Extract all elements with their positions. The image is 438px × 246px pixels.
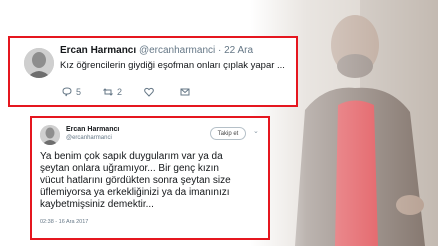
tweet-text: Ya benim çok sapık duygularım var ya da … — [40, 151, 266, 211]
author-name[interactable]: Ercan Harmancı — [60, 45, 136, 56]
follow-button[interactable]: Takip et — [210, 127, 246, 140]
dm-button[interactable] — [180, 87, 194, 97]
reply-count: 5 — [76, 87, 82, 97]
avatar-image — [40, 125, 60, 145]
reply-button[interactable]: 5 — [62, 87, 81, 97]
avatar[interactable] — [40, 125, 60, 145]
reply-icon — [62, 87, 72, 97]
tweet-text-line: Ya benim çok sapık duygularım var ya da — [40, 151, 223, 162]
tweet-header: Ercan Harmancı @ercanharmanci · 22 Ara — [60, 45, 253, 56]
tweet-timestamp[interactable]: 02:38 - 16 Ara 2017 — [40, 219, 88, 225]
tweet-text-line: üflemiyorsa ya erkekliğinizi ya da imanı… — [40, 187, 230, 198]
tweet-date[interactable]: · 22 Ara — [218, 45, 253, 56]
tweet-text: Kız öğrencilerin giydiği eşofman onları … — [60, 60, 285, 71]
tweet-text-line: vücut hatlarını gördükten sonra şeytan s… — [40, 175, 231, 186]
tweet-text-line: kaybetmişsiniz demektir... — [40, 199, 154, 210]
avatar[interactable] — [24, 48, 54, 78]
retweet-button[interactable]: 2 — [103, 87, 122, 97]
tweet-card-2[interactable]: Ercan Harmancı @ercanharmanci Takip et ⌄… — [30, 116, 270, 240]
author-handle[interactable]: @ercanharmanci — [66, 135, 112, 141]
author-handle[interactable]: @ercanharmanci — [139, 45, 215, 56]
tweet-card-1[interactable]: Ercan Harmancı @ercanharmanci · 22 Ara K… — [8, 36, 298, 107]
retweet-icon — [103, 88, 113, 96]
like-icon — [144, 87, 154, 97]
retweet-count: 2 — [117, 87, 123, 97]
like-button[interactable] — [144, 87, 158, 97]
avatar-image — [24, 48, 54, 78]
chevron-down-icon[interactable]: ⌄ — [253, 127, 259, 135]
tweet-actions: 5 2 — [62, 87, 216, 97]
dm-icon — [180, 88, 190, 96]
author-name[interactable]: Ercan Harmancı — [66, 126, 119, 133]
tweet-text-line: şeytan onlara uğramıyor... Bir genç kızı… — [40, 163, 219, 174]
